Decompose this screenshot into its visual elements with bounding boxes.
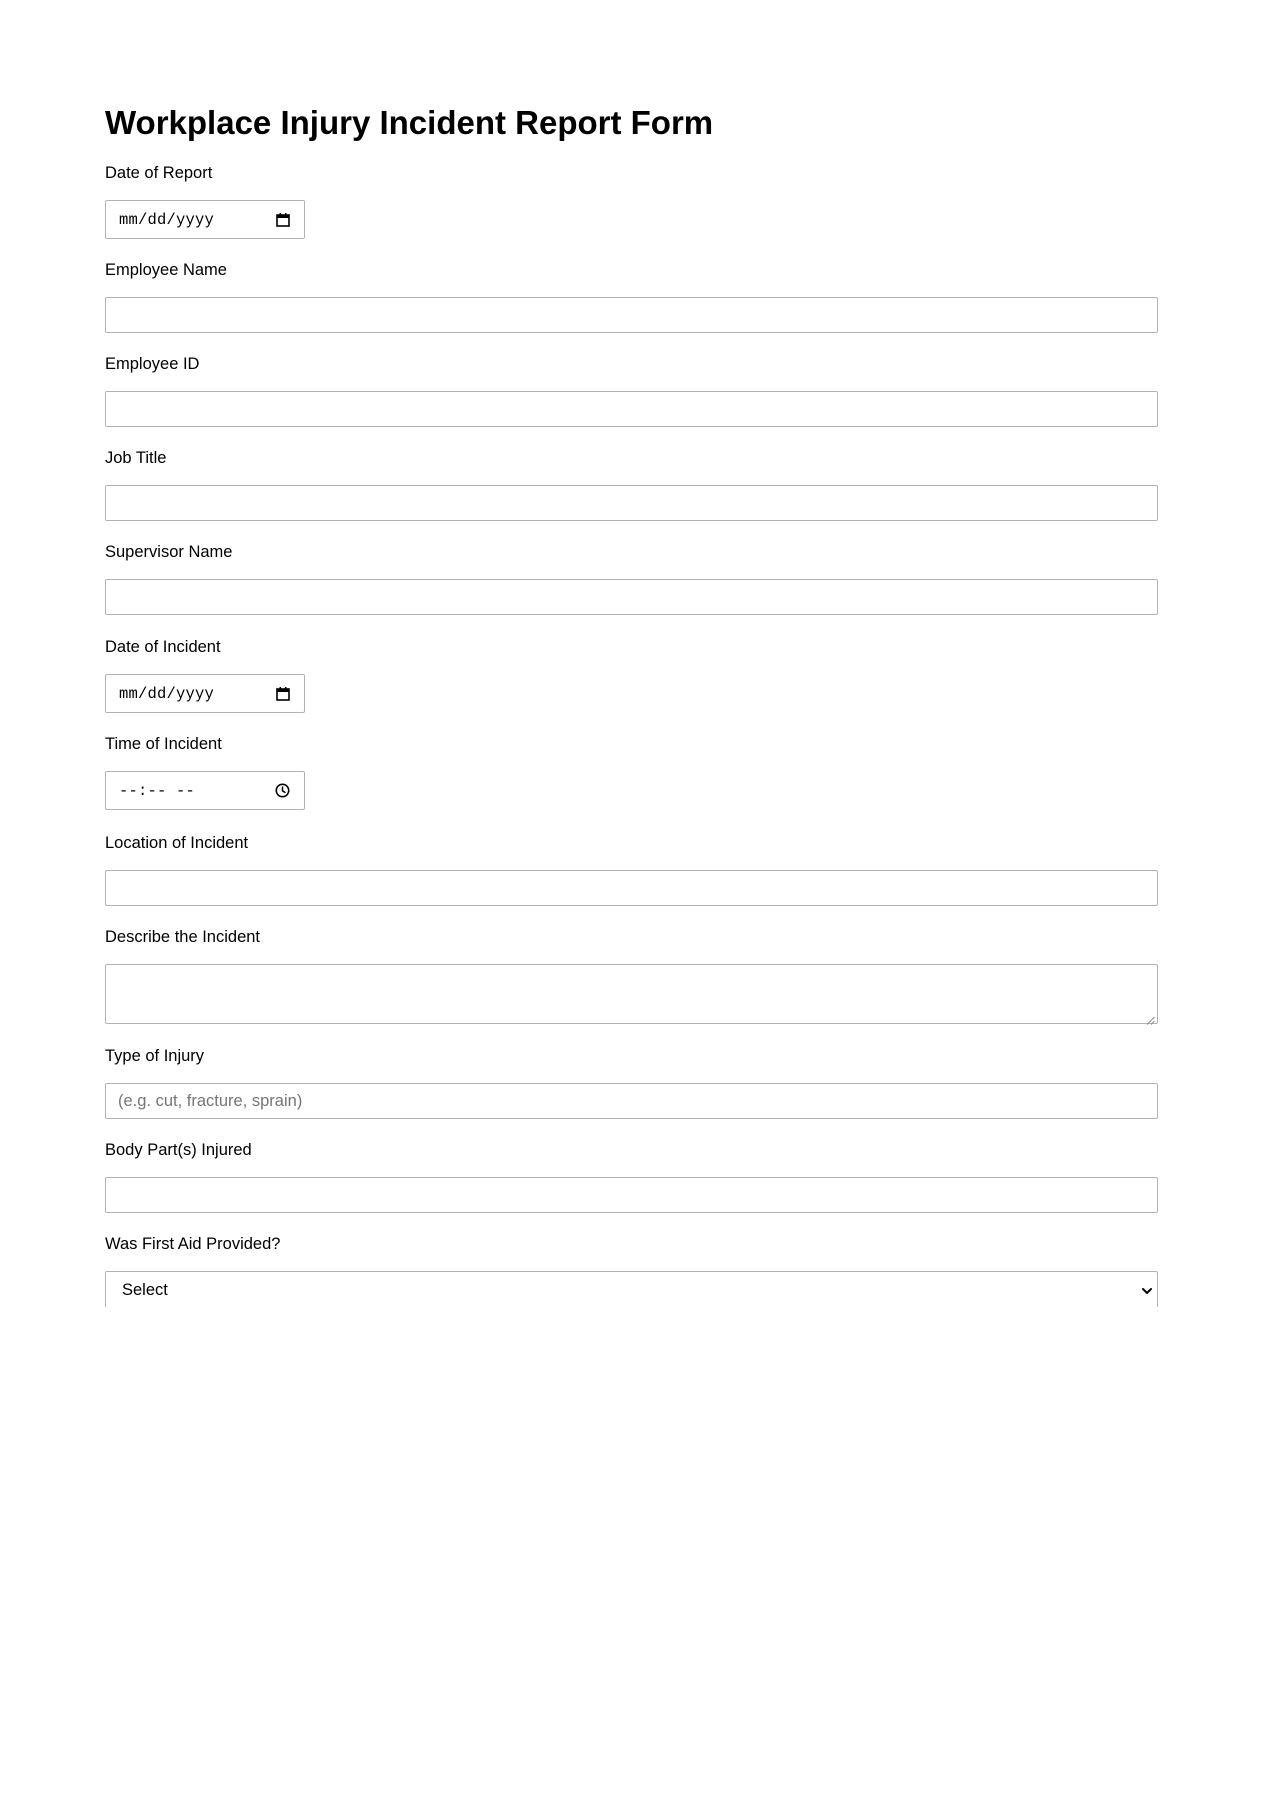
type-of-injury-input[interactable]: (e.g. cut, fracture, sprain) bbox=[105, 1083, 1158, 1119]
first-aid-provided-value: Select bbox=[122, 1281, 168, 1299]
employee-name-input[interactable] bbox=[105, 297, 1158, 333]
date-of-report-value: mm/dd/yyyy bbox=[119, 210, 215, 229]
date-of-report-label: Date of Report bbox=[105, 164, 213, 182]
time-of-incident-label: Time of Incident bbox=[105, 735, 222, 753]
clock-icon[interactable] bbox=[275, 783, 290, 798]
time-of-incident-value: --:-- -- bbox=[119, 781, 196, 800]
date-of-incident-label: Date of Incident bbox=[105, 638, 221, 656]
type-of-injury-label: Type of Injury bbox=[105, 1047, 205, 1065]
job-title-input[interactable] bbox=[105, 485, 1158, 521]
first-aid-provided-label: Was First Aid Provided? bbox=[105, 1235, 281, 1253]
body-parts-injured-input[interactable] bbox=[105, 1177, 1158, 1213]
first-aid-provided-select[interactable]: Select bbox=[105, 1271, 1158, 1307]
date-of-report-input[interactable]: mm/dd/yyyy bbox=[105, 200, 305, 239]
location-of-incident-input[interactable] bbox=[105, 870, 1158, 906]
describe-incident-label: Describe the Incident bbox=[105, 928, 261, 946]
page-title: Workplace Injury Incident Report Form bbox=[105, 104, 714, 141]
employee-id-label: Employee ID bbox=[105, 355, 200, 373]
time-of-incident-input[interactable]: --:-- -- bbox=[105, 771, 305, 810]
calendar-icon[interactable] bbox=[276, 212, 290, 227]
calendar-icon[interactable] bbox=[276, 686, 290, 701]
job-title-label: Job Title bbox=[105, 449, 167, 467]
type-of-injury-placeholder: (e.g. cut, fracture, sprain) bbox=[118, 1092, 303, 1110]
supervisor-name-label: Supervisor Name bbox=[105, 543, 233, 561]
location-of-incident-label: Location of Incident bbox=[105, 834, 249, 852]
employee-id-input[interactable] bbox=[105, 391, 1158, 427]
chevron-down-icon bbox=[1141, 1284, 1153, 1296]
employee-name-label: Employee Name bbox=[105, 261, 227, 279]
resize-grip-icon[interactable] bbox=[1146, 1012, 1155, 1025]
date-of-incident-input[interactable]: mm/dd/yyyy bbox=[105, 674, 305, 713]
supervisor-name-input[interactable] bbox=[105, 579, 1158, 615]
date-of-incident-value: mm/dd/yyyy bbox=[119, 684, 215, 703]
describe-incident-textarea[interactable] bbox=[105, 964, 1158, 1025]
body-parts-injured-label: Body Part(s) Injured bbox=[105, 1141, 252, 1159]
